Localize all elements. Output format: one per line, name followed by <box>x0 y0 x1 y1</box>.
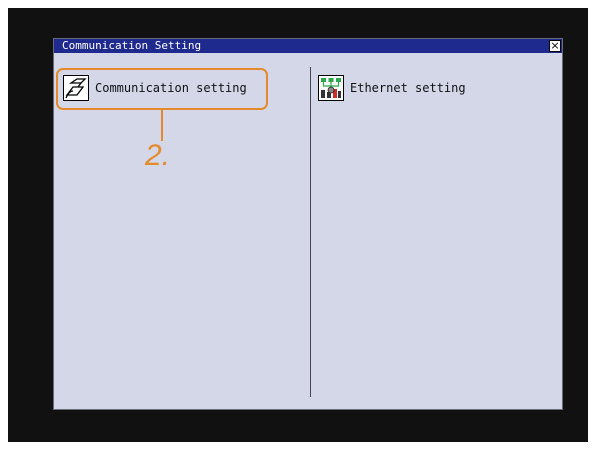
ethernet-setting-icon <box>318 75 344 101</box>
step-number-label: 2. <box>145 139 171 172</box>
step-callout-line <box>161 110 163 141</box>
step-highlight-box <box>56 68 268 110</box>
ethernet-setting-button[interactable]: Ethernet setting <box>318 73 466 103</box>
column-divider <box>310 67 311 397</box>
close-button[interactable]: × <box>549 40 561 52</box>
window-title: Communication Setting <box>62 39 202 52</box>
title-bar: Communication Setting × <box>54 39 562 53</box>
ethernet-setting-label: Ethernet setting <box>350 81 466 95</box>
